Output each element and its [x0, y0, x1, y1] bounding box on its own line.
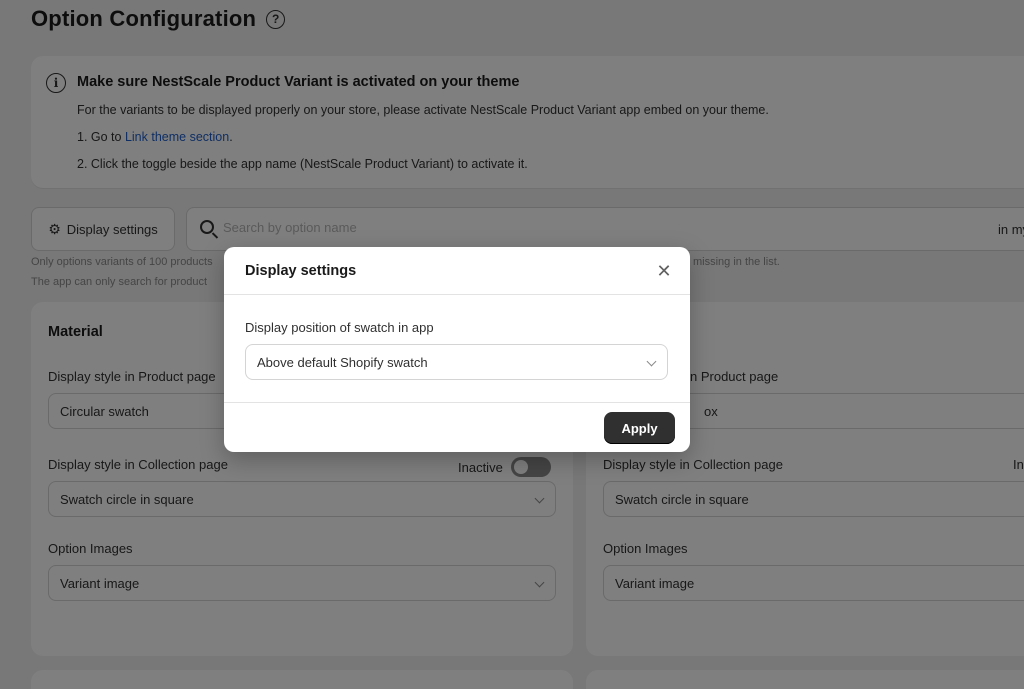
chevron-down-icon: [646, 356, 657, 367]
modal-footer: Apply: [224, 402, 690, 452]
swatch-position-value: Above default Shopify swatch: [257, 355, 428, 370]
close-icon[interactable]: ✕: [656, 262, 672, 280]
page: Option Configuration ? i Make sure NestS…: [0, 0, 1024, 689]
swatch-position-label: Display position of swatch in app: [245, 320, 434, 335]
modal-header: Display settings ✕: [224, 247, 690, 295]
swatch-position-select[interactable]: Above default Shopify swatch: [245, 344, 668, 380]
modal-title: Display settings: [245, 263, 357, 279]
display-settings-modal: Display settings ✕ Display position of s…: [224, 247, 690, 452]
apply-button[interactable]: Apply: [604, 412, 675, 444]
